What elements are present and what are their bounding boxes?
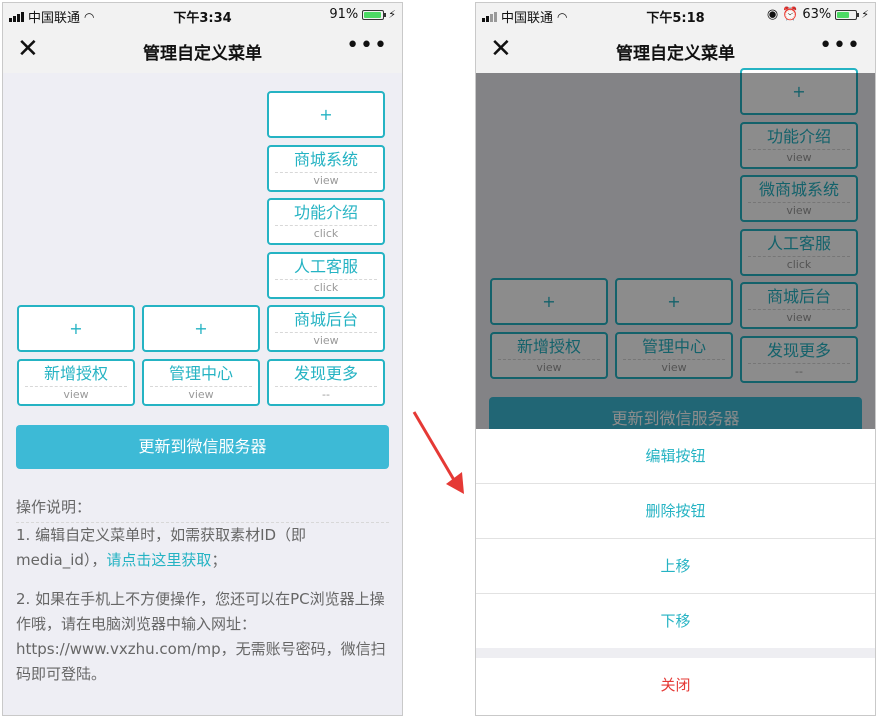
instructions-heading: 操作说明： xyxy=(16,495,389,523)
arrow-icon xyxy=(412,411,464,494)
battery-percent: 91% xyxy=(329,7,359,22)
menu-button[interactable]: 人工客服 click xyxy=(267,251,385,299)
instruction-item-2: 2. 如果在手机上不方便操作，您还可以在PC浏览器上操作哦，请在电脑浏览器中输入… xyxy=(16,590,386,683)
right-phone-screen: 中国联通 ◠ 下午5:18 ◉ ⏰ 63% ⚡ ✕ 管理自定义菜单 ••• + 功… xyxy=(475,2,876,716)
menu-button-type: click xyxy=(275,225,377,242)
edit-button-action[interactable]: 编辑按钮 xyxy=(476,429,875,484)
delete-button-action[interactable]: 删除按钮 xyxy=(476,484,875,539)
charging-icon: ⚡ xyxy=(861,8,869,21)
sheet-divider xyxy=(476,648,875,658)
menu-button-label: 功能介绍 xyxy=(293,203,358,222)
orientation-lock-icon: ◉ xyxy=(766,7,779,22)
menu-button-type: view xyxy=(275,332,377,349)
menu-button-label: 新增授权 xyxy=(43,363,108,383)
add-menu-button[interactable]: + xyxy=(267,91,385,138)
left-phone-screen: 中国联通 ◠ 下午3:34 91% ⚡ ✕ 管理自定义菜单 ••• + 商城系统 v… xyxy=(2,2,403,716)
nav-bar: ✕ 管理自定义菜单 ••• xyxy=(476,27,875,73)
menu-button[interactable]: 管理中心 view xyxy=(142,358,260,406)
menu-button[interactable]: 功能介绍 click xyxy=(267,198,385,245)
menu-button[interactable]: 商城系统 view xyxy=(267,144,385,192)
instruction-item-1: 1. 编辑自定义菜单时，如需获取素材ID（即media_id），请点击这里获取； xyxy=(16,526,307,569)
alarm-icon: ⏰ xyxy=(782,7,799,22)
menu-button-label: 管理中心 xyxy=(168,363,233,383)
charging-icon: ⚡ xyxy=(388,8,396,21)
menu-button-type: click xyxy=(275,278,377,296)
menu-button-type: view xyxy=(25,385,127,403)
menu-button[interactable]: 商城后台 view xyxy=(267,305,385,352)
menu-button-label: 发现更多 xyxy=(293,363,358,383)
menu-editor: + 功能介绍 view 微商城系统 view 人工客服 click 商城后台 view 发现更多 -… xyxy=(476,68,875,715)
ellipsis-icon[interactable]: ••• xyxy=(346,33,388,58)
status-bar: 中国联通 ◠ 下午3:34 91% ⚡ xyxy=(3,3,402,27)
page-title: 管理自定义菜单 xyxy=(143,44,262,64)
menu-button-type: view xyxy=(275,171,377,189)
menu-button-type: -- xyxy=(275,385,377,403)
add-menu-button[interactable]: + xyxy=(142,305,260,352)
menu-editor: + 商城系统 view 功能介绍 click 人工客服 click 商城后台 view 发现更多 -… xyxy=(3,73,402,715)
instructions: 操作说明： 1. 编辑自定义菜单时，如需获取素材ID（即media_id），请点… xyxy=(16,495,389,701)
get-media-id-link[interactable]: 请点击这里获取 xyxy=(106,551,211,569)
battery-icon xyxy=(835,9,860,20)
page-title: 管理自定义菜单 xyxy=(616,44,735,64)
menu-button[interactable]: 发现更多 -- xyxy=(267,358,385,406)
ellipsis-icon[interactable]: ••• xyxy=(819,33,861,58)
menu-button-label: 人工客服 xyxy=(293,256,358,276)
action-sheet: 编辑按钮 删除按钮 上移 下移 关闭 xyxy=(476,429,875,715)
add-menu-button[interactable]: + xyxy=(17,305,135,352)
menu-button-label: 商城后台 xyxy=(293,310,358,329)
menu-button-type: view xyxy=(150,385,252,403)
menu-button[interactable]: 新增授权 view xyxy=(17,358,135,406)
menu-button-label: + xyxy=(194,319,208,338)
menu-button-label: 商城系统 xyxy=(293,149,358,169)
move-down-action[interactable]: 下移 xyxy=(476,594,875,648)
update-to-wechat-button[interactable]: 更新到微信服务器 xyxy=(16,425,389,469)
menu-button-label: + xyxy=(69,319,83,338)
move-up-action[interactable]: 上移 xyxy=(476,539,875,594)
status-bar: 中国联通 ◠ 下午5:18 ◉ ⏰ 63% ⚡ xyxy=(476,3,875,27)
battery-percent: 63% xyxy=(802,7,832,22)
battery-icon xyxy=(362,9,387,20)
menu-button-label: + xyxy=(319,105,333,124)
nav-bar: ✕ 管理自定义菜单 ••• xyxy=(3,27,402,73)
close-sheet-button[interactable]: 关闭 xyxy=(476,658,875,712)
